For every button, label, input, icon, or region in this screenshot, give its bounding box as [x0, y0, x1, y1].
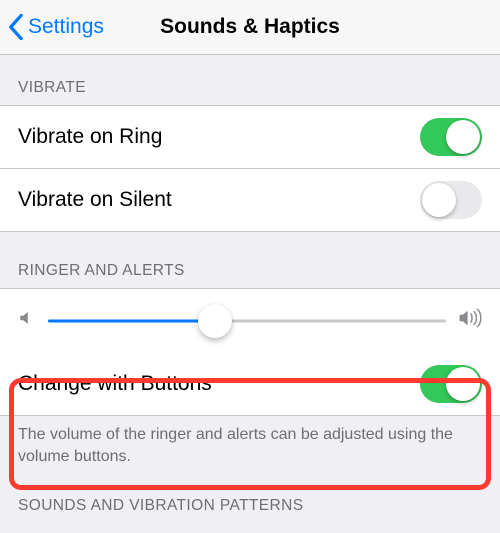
volume-slider-row [0, 289, 500, 353]
row-vibrate-on-silent[interactable]: Vibrate on Silent [0, 169, 500, 231]
row-change-with-buttons[interactable]: Change with Buttons [0, 353, 500, 415]
row-vibrate-on-ring[interactable]: Vibrate on Ring [0, 106, 500, 169]
row-label: Change with Buttons [18, 372, 212, 396]
row-label: Vibrate on Silent [18, 188, 172, 212]
toggle-vibrate-on-silent[interactable] [420, 181, 482, 219]
vibrate-group: Vibrate on Ring Vibrate on Silent [0, 105, 500, 232]
navigation-bar: Settings Sounds & Haptics [0, 0, 500, 55]
ringer-group: Change with Buttons [0, 288, 500, 416]
row-label: Vibrate on Ring [18, 125, 162, 149]
chevron-left-icon [8, 14, 24, 40]
back-label: Settings [28, 15, 104, 39]
section-header-patterns: SOUNDS AND VIBRATION PATTERNS [0, 477, 500, 515]
toggle-vibrate-on-ring[interactable] [420, 118, 482, 156]
toggle-change-with-buttons[interactable] [420, 365, 482, 403]
ringer-footer-note: The volume of the ringer and alerts can … [0, 416, 500, 477]
volume-slider[interactable] [48, 303, 446, 339]
speaker-low-icon [18, 309, 36, 333]
section-header-vibrate: VIBRATE [0, 55, 500, 105]
speaker-high-icon [458, 308, 482, 334]
section-header-ringer: RINGER AND ALERTS [0, 232, 500, 288]
back-button[interactable]: Settings [8, 14, 104, 40]
